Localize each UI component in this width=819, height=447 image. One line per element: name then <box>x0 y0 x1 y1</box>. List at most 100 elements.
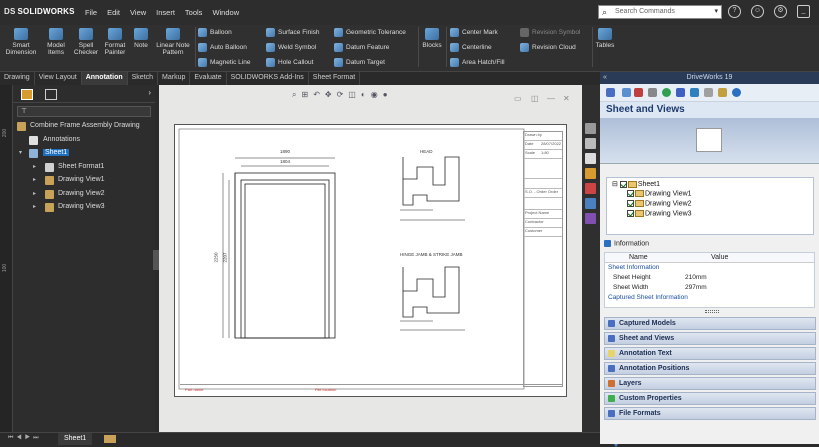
minimize-icon[interactable]: _ <box>797 5 810 18</box>
table-row[interactable]: Sheet Height 210mm <box>605 273 814 283</box>
appearance-icon[interactable]: ● <box>383 90 388 100</box>
dim-outer-height[interactable]: 2250 <box>214 252 219 262</box>
weld-symbol-button[interactable]: Weld Symbol <box>266 43 316 52</box>
tile-window-icon[interactable]: ◫ <box>531 94 539 103</box>
magnetic-line-button[interactable]: Magnetic Line <box>198 58 250 67</box>
view-orientation-icon[interactable]: ◫ <box>348 90 356 100</box>
revision-cloud-button[interactable]: Revision Cloud <box>520 43 576 52</box>
menu-tools[interactable]: Tools <box>185 8 203 17</box>
menu-insert[interactable]: Insert <box>156 8 175 17</box>
table-row[interactable]: Sheet Width 297mm <box>605 283 814 293</box>
smart-dimension-button[interactable]: Smart Dimension <box>3 28 39 56</box>
tree-annotations[interactable]: Annotations <box>13 134 155 148</box>
section-layers[interactable]: Layers <box>604 377 816 390</box>
sheet-navigation-arrows[interactable]: ⏮◀▶⏭ <box>8 435 42 442</box>
tab-solidworks-addins[interactable]: SOLIDWORKS Add-Ins <box>227 72 309 85</box>
previous-view-icon[interactable]: ↶ <box>313 90 320 100</box>
tab-evaluate[interactable]: Evaluate <box>190 72 227 85</box>
chevron-down-icon[interactable]: ▾ <box>714 7 718 15</box>
zoom-fit-icon[interactable]: ⌕ <box>292 90 296 100</box>
toolbar-icon-8[interactable] <box>704 88 713 97</box>
minimize-window-icon[interactable]: — <box>547 94 555 103</box>
hide-show-icon[interactable]: ◉ <box>371 90 378 100</box>
sheet-tab-sheet1[interactable]: Sheet1 <box>58 433 93 445</box>
tab-sketch[interactable]: Sketch <box>128 72 159 85</box>
revision-symbol-button[interactable]: Revision Symbol <box>520 28 580 37</box>
tab-sheet-format[interactable]: Sheet Format <box>309 72 361 85</box>
dim-inner-width[interactable]: 1804 <box>280 159 290 164</box>
title-block[interactable]: Drawn by Date 28/07/2022 Scale 1:80 S.O. -… <box>523 131 563 387</box>
section-custom-properties[interactable]: Custom Properties <box>604 392 816 405</box>
tree-item-view3[interactable]: Drawing View3 <box>627 210 692 217</box>
spell-checker-button[interactable]: Spell Checker <box>73 28 99 56</box>
tree-drawing-view1[interactable]: ▸ Drawing View1 <box>13 174 155 188</box>
chevron-right-icon[interactable]: › <box>148 88 151 97</box>
dim-outer-width[interactable]: 1890 <box>280 149 290 154</box>
toolbar-icon-4[interactable] <box>648 88 657 97</box>
settings-icon[interactable]: ⚙ <box>774 5 787 18</box>
splitter-grip[interactable] <box>705 310 719 313</box>
centerline-button[interactable]: Centerline <box>450 43 492 52</box>
rotate-icon[interactable]: ⟳ <box>337 90 344 100</box>
head-view-label[interactable]: HEAD <box>420 149 433 154</box>
toolbar-icon-7[interactable] <box>690 88 699 97</box>
pan-icon[interactable]: ✥ <box>325 90 332 100</box>
add-sheet-icon[interactable] <box>104 435 116 443</box>
format-painter-button[interactable]: Format Painter <box>101 28 129 56</box>
toolbar-icon-1[interactable] <box>606 88 615 97</box>
tree-item-view1[interactable]: Drawing View1 <box>627 190 692 197</box>
geometric-tolerance-button[interactable]: Geometric Tolerance <box>334 28 406 37</box>
menu-window[interactable]: Window <box>212 8 239 17</box>
tab-view-layout[interactable]: View Layout <box>35 72 82 85</box>
tables-button[interactable]: Tables <box>594 28 616 49</box>
section-annotation-positions[interactable]: Annotation Positions <box>604 362 816 375</box>
toolbar-icon-3[interactable] <box>634 88 643 97</box>
menu-edit[interactable]: Edit <box>107 8 120 17</box>
tree-filter-input[interactable]: ⊤ <box>17 106 151 117</box>
restore-window-icon[interactable]: ▭ <box>514 94 522 103</box>
custom-properties-icon[interactable] <box>585 198 596 209</box>
feature-tree-tab-icon[interactable] <box>21 89 33 100</box>
expand-icon[interactable]: ▸ <box>33 163 36 170</box>
driveworks-icon[interactable] <box>585 213 596 224</box>
toolbar-icon-2[interactable] <box>622 88 631 97</box>
section-captured-models[interactable]: Captured Models <box>604 317 816 330</box>
dim-inner-height[interactable]: 2207 <box>223 252 228 262</box>
tab-markup[interactable]: Markup <box>158 72 191 85</box>
menu-view[interactable]: View <box>130 8 146 17</box>
menu-file[interactable]: File <box>85 8 97 17</box>
display-style-icon[interactable]: ◐ <box>361 90 366 100</box>
tree-root[interactable]: Combine Frame Assembly Drawing <box>13 120 155 134</box>
tree-drawing-view3[interactable]: ▸ Drawing View3 <box>13 201 155 215</box>
datum-target-button[interactable]: Datum Target <box>334 58 385 67</box>
tab-drawing[interactable]: Drawing <box>0 72 35 85</box>
tab-annotation[interactable]: Annotation <box>81 72 128 85</box>
user-icon[interactable]: ☺ <box>751 5 764 18</box>
home-icon[interactable] <box>585 123 596 134</box>
tree-sheet-format1[interactable]: ▸ Sheet Format1 <box>13 161 155 175</box>
resources-icon[interactable] <box>585 138 596 149</box>
expand-icon[interactable]: ▸ <box>33 190 36 197</box>
blocks-button[interactable]: Blocks <box>421 28 443 49</box>
toolbar-icon-6[interactable] <box>676 88 685 97</box>
toolbar-icon-9[interactable] <box>718 88 727 97</box>
drawing-canvas[interactable]: ⌕ ⊞ ↶ ✥ ⟳ ◫ ◐ ◉ ● ▭ ◫ — ✕ 1890 1804 2250… <box>159 85 622 447</box>
tree-item-view2[interactable]: Drawing View2 <box>627 200 692 207</box>
datum-feature-button[interactable]: Datum Feature <box>334 43 389 52</box>
tree-sheet1[interactable]: ▾ Sheet1 <box>13 147 155 161</box>
help-icon[interactable]: ? <box>728 5 741 18</box>
model-items-button[interactable]: Model Items <box>42 28 70 56</box>
tree-drawing-view2[interactable]: ▸ Drawing View2 <box>13 188 155 202</box>
area-hatch-fill-button[interactable]: Area Hatch/Fill <box>450 58 505 67</box>
collapse-icon[interactable]: « <box>603 72 607 84</box>
auto-balloon-button[interactable]: Auto Balloon <box>198 43 247 52</box>
center-mark-button[interactable]: Center Mark <box>450 28 498 37</box>
drawing-sheet[interactable]: 1890 1804 2250 2207 HEAD HINGE JAMB & ST… <box>174 124 567 397</box>
run-icon[interactable] <box>662 88 671 97</box>
search-input[interactable]: ⌕ Search Commands ▾ <box>598 5 722 19</box>
close-window-icon[interactable]: ✕ <box>563 94 570 103</box>
balloon-button[interactable]: Balloon <box>198 28 232 37</box>
section-annotation-text[interactable]: Annotation Text <box>604 347 816 360</box>
tree-item-sheet1[interactable]: ⊟ Sheet1 <box>612 180 660 188</box>
help-icon[interactable] <box>732 88 741 97</box>
